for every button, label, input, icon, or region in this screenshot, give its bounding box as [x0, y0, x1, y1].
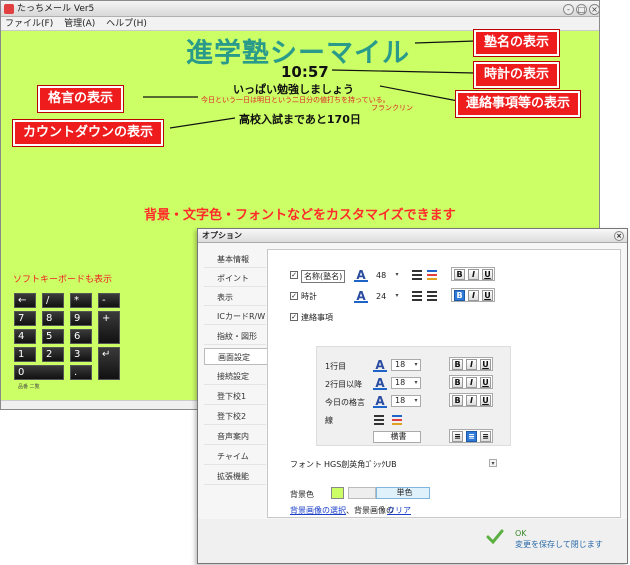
clock-color-lines-icon[interactable] — [426, 289, 438, 301]
line1-bold-button[interactable]: B — [452, 359, 463, 370]
nav-basic-info[interactable]: 基本情報 — [204, 251, 266, 268]
notice-label: 連絡事項 — [301, 313, 333, 322]
dialog-title: オプション — [202, 231, 242, 240]
arrow-juku-name — [414, 40, 476, 44]
clock-size-value[interactable]: 24 — [376, 292, 386, 301]
maxim-size-spinner-icon[interactable]: ▾ — [413, 396, 419, 406]
ok-check-icon[interactable] — [486, 529, 504, 545]
name-checkbox[interactable]: ✓ — [290, 271, 298, 279]
nav-attendance-2[interactable]: 登下校2 — [204, 408, 266, 425]
clock-size-spinner-icon[interactable]: ▾ — [394, 291, 400, 301]
nav-connection[interactable]: 接続設定 — [204, 368, 266, 385]
line-align-icon[interactable] — [373, 413, 385, 425]
screen-settings-panel: ✓ 名称(塾名) A 48 ▾ B I U ✓ 時計 A 24 ▾ B I U … — [267, 249, 621, 518]
dialog-close-button[interactable]: × — [614, 231, 624, 241]
name-size-value[interactable]: 48 — [376, 271, 386, 280]
line1-font-color-icon[interactable]: A — [373, 358, 387, 372]
bg-mode-gradient[interactable] — [348, 487, 376, 499]
maxim-italic-button[interactable]: I — [466, 395, 477, 406]
clock-underline-button[interactable]: U — [482, 290, 493, 301]
nav-screen-settings[interactable]: 画面設定 — [204, 348, 270, 365]
options-nav: 基本情報 ポイント 表示 ICカードR/W 指紋・図形 画面設定 接続設定 登下… — [204, 251, 270, 516]
notice-checkbox[interactable]: ✓ — [290, 313, 298, 321]
nav-display[interactable]: 表示 — [204, 289, 266, 306]
align-left-button[interactable]: ≡ — [452, 431, 463, 442]
notice-settings-box: 1行目 A 18 ▾ B I U 2行目以降 A 18 ▾ B I U 今日の格… — [316, 346, 511, 446]
options-dialog: オプション × 基本情報 ポイント 表示 ICカードR/W 指紋・図形 画面設定… — [197, 228, 628, 564]
arrow-clock — [331, 69, 476, 74]
callout-notice: 連絡事項等の表示 — [456, 91, 581, 117]
name-align-icon[interactable] — [411, 268, 423, 280]
font-label: フォント — [290, 460, 322, 469]
clock-align-icon[interactable] — [411, 289, 423, 301]
nav-voice-guide[interactable]: 音声案内 — [204, 428, 266, 445]
line2-underline-button[interactable]: U — [480, 377, 491, 388]
line1-label: 1行目 — [325, 362, 347, 371]
bg-image-select-link[interactable]: 背景画像の選択 — [290, 505, 346, 516]
dialog-titlebar: オプション × — [198, 229, 627, 243]
ok-description: 変更を保存して閉じます — [515, 540, 603, 549]
clock-italic-button[interactable]: I — [468, 290, 479, 301]
text-align-group: ≡ ≡ ≡ — [449, 429, 493, 443]
font-value[interactable]: HGS創英角ｺﾞｼｯｸUB — [324, 459, 397, 470]
align-center-button[interactable]: ≡ — [466, 431, 477, 442]
name-color-lines-icon[interactable] — [426, 268, 438, 280]
line2-format-group: B I U — [449, 375, 493, 389]
maxim-underline-button[interactable]: U — [480, 395, 491, 406]
nav-attendance-1[interactable]: 登下校1 — [204, 388, 266, 405]
callout-maxim: 格言の表示 — [38, 86, 124, 112]
maxim-format-group: B I U — [449, 393, 493, 407]
name-font-color-icon[interactable]: A — [354, 268, 368, 282]
clock-label: 時計 — [301, 292, 317, 301]
name-underline-button[interactable]: U — [482, 269, 493, 280]
line2-font-color-icon[interactable]: A — [373, 376, 387, 390]
bg-color-swatch[interactable] — [331, 487, 344, 499]
line2-size-spinner-icon[interactable]: ▾ — [413, 378, 419, 388]
line-style-label: 線 — [325, 416, 333, 425]
line2-label: 2行目以降 — [325, 380, 363, 389]
line1-size-spinner-icon[interactable]: ▾ — [413, 360, 419, 370]
line1-format-group: B I U — [449, 357, 493, 371]
nav-fingerprint[interactable]: 指紋・図形 — [204, 328, 266, 345]
callout-countdown: カウントダウンの表示 — [13, 120, 164, 146]
nav-chime[interactable]: チャイム — [204, 448, 266, 465]
callout-clock: 時計の表示 — [474, 62, 560, 88]
line2-italic-button[interactable]: I — [466, 377, 477, 388]
line-color-lines-icon[interactable] — [391, 413, 403, 425]
callout-juku-name: 塾名の表示 — [474, 30, 560, 56]
bg-mode-solid[interactable]: 単色 — [376, 487, 430, 499]
align-right-button[interactable]: ≡ — [480, 431, 491, 442]
nav-points[interactable]: ポイント — [204, 270, 266, 287]
line1-italic-button[interactable]: I — [466, 359, 477, 370]
clock-font-color-icon[interactable]: A — [354, 289, 368, 303]
font-dropdown-icon[interactable]: ▾ — [489, 459, 497, 467]
maxim-bold-button[interactable]: B — [452, 395, 463, 406]
maxim-label: 今日の格言 — [325, 398, 365, 407]
line2-bold-button[interactable]: B — [452, 377, 463, 388]
nav-extensions[interactable]: 拡張機能 — [204, 468, 266, 485]
arrow-countdown — [169, 117, 236, 129]
name-bold-button[interactable]: B — [454, 269, 465, 280]
vertical-writing-button[interactable]: 横書 — [373, 431, 421, 443]
ok-label[interactable]: OK — [515, 529, 527, 538]
nav-ic-card[interactable]: ICカードR/W — [204, 308, 266, 325]
name-italic-button[interactable]: I — [468, 269, 479, 280]
clock-bold-button[interactable]: B — [454, 290, 465, 301]
name-format-group: B I U — [451, 267, 495, 281]
clock-checkbox[interactable]: ✓ — [290, 292, 298, 300]
bg-image-clear-link[interactable]: クリア — [387, 505, 411, 516]
name-size-spinner-icon[interactable]: ▾ — [394, 270, 400, 280]
bg-color-label: 背景色 — [290, 490, 314, 499]
arrow-notice — [379, 85, 459, 102]
name-label: 名称(塾名) — [301, 270, 346, 283]
dialog-footer: OK 変更を保存して閉じます — [198, 519, 627, 563]
maxim-font-color-icon[interactable]: A — [373, 394, 387, 408]
line1-underline-button[interactable]: U — [480, 359, 491, 370]
clock-format-group: B I U — [451, 288, 495, 302]
